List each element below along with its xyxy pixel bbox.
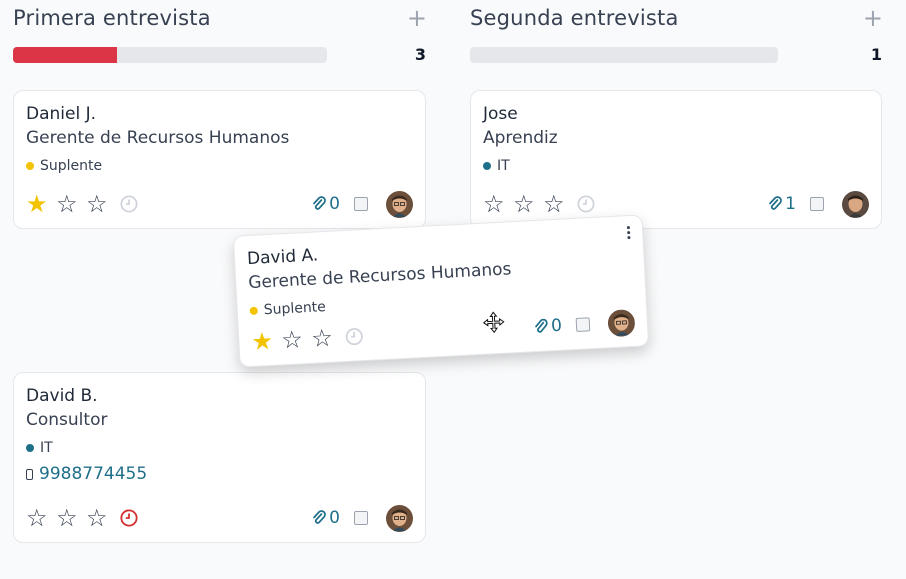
card-footer: ☆ ☆ ☆ 1 [483, 190, 869, 218]
priority-stars[interactable]: ☆ ☆ ☆ [26, 506, 116, 530]
card-footer-right: 0 [312, 190, 413, 218]
avatar[interactable] [386, 190, 413, 218]
star-empty-icon[interactable]: ☆ [56, 192, 86, 216]
activity-clock-icon[interactable] [577, 195, 595, 213]
star-empty-icon[interactable]: ☆ [543, 192, 573, 216]
mobile-phone-icon [26, 468, 33, 480]
card-tag: IT [26, 440, 413, 456]
tag-label: Suplente [263, 299, 327, 319]
column-header: Segunda entrevista + [470, 0, 883, 42]
column-count: 1 [870, 45, 882, 64]
kanban-card-david-b[interactable]: David B. Consultor IT 9988774455 ☆ ☆ ☆ 0 [13, 372, 426, 543]
column-header: Primera entrevista + [13, 0, 427, 42]
attachment-count-value: 1 [785, 194, 796, 214]
kanban-card-david-a-dragging[interactable]: David A. Gerente de Recursos Humanos Sup… [232, 214, 650, 368]
column-title[interactable]: Primera entrevista [13, 6, 211, 30]
card-checkbox[interactable] [575, 317, 591, 332]
add-icon[interactable]: + [407, 6, 427, 30]
activity-clock-icon[interactable] [345, 327, 364, 346]
attachment-count[interactable]: 0 [312, 194, 340, 214]
priority-stars[interactable]: ★ ☆ ☆ [26, 192, 116, 216]
card-job-title: Aprendiz [483, 128, 558, 148]
tag-dot-icon [249, 306, 258, 316]
card-tag: IT [483, 158, 869, 174]
star-empty-icon[interactable]: ☆ [513, 192, 543, 216]
star-empty-icon[interactable]: ☆ [86, 506, 116, 530]
card-footer-right: 0 [312, 504, 413, 532]
attachment-count[interactable]: 1 [768, 194, 796, 214]
priority-stars[interactable]: ★ ☆ ☆ [251, 324, 342, 356]
attachment-count-value: 0 [329, 508, 340, 528]
star-filled-icon[interactable]: ★ [26, 192, 56, 216]
card-checkbox[interactable] [810, 197, 824, 211]
add-icon[interactable]: + [863, 6, 883, 30]
star-empty-icon[interactable]: ☆ [26, 506, 56, 530]
attachment-count[interactable]: 0 [534, 316, 563, 337]
card-footer: ★ ☆ ☆ 0 [26, 190, 413, 218]
paperclip-icon [313, 510, 327, 524]
card-job-title: Gerente de Recursos Humanos [26, 128, 290, 148]
tag-dot-icon [26, 444, 34, 452]
column-progress-bar[interactable] [13, 47, 327, 63]
kanban-column-segunda-entrevista: Segunda entrevista + 1 Jose Aprendiz IT … [470, 0, 883, 229]
card-tag: Suplente [26, 158, 413, 174]
star-empty-icon[interactable]: ☆ [311, 324, 342, 353]
column-count: 3 [414, 45, 426, 64]
attachment-count-value: 0 [329, 194, 340, 214]
column-title[interactable]: Segunda entrevista [470, 6, 679, 30]
avatar[interactable] [607, 308, 636, 337]
card-footer-right: 1 [768, 190, 869, 218]
attachment-count[interactable]: 0 [312, 508, 340, 528]
column-progress-bar[interactable] [470, 47, 778, 63]
card-checkbox[interactable] [354, 511, 368, 525]
card-name: Daniel J. [26, 104, 97, 124]
card-phone[interactable]: 9988774455 [26, 464, 413, 484]
avatar[interactable] [386, 504, 413, 532]
avatar[interactable] [842, 190, 869, 218]
kanban-card-daniel[interactable]: Daniel J. Gerente de Recursos Humanos Su… [13, 90, 426, 229]
tag-dot-icon [26, 162, 34, 170]
attachment-count-value: 0 [550, 315, 563, 337]
card-checkbox[interactable] [354, 197, 368, 211]
star-filled-icon[interactable]: ★ [251, 327, 282, 356]
tag-label: IT [497, 158, 510, 174]
star-empty-icon[interactable]: ☆ [281, 325, 312, 354]
card-name: David B. [26, 386, 98, 406]
activity-clock-icon[interactable] [120, 195, 138, 213]
phone-number[interactable]: 9988774455 [39, 464, 147, 484]
card-menu-kebab-icon[interactable] [626, 226, 631, 240]
card-footer: ☆ ☆ ☆ 0 [26, 504, 413, 532]
star-empty-icon[interactable]: ☆ [86, 192, 116, 216]
tag-label: Suplente [40, 158, 103, 174]
paperclip-icon [313, 196, 327, 210]
tag-label: IT [40, 440, 53, 456]
kanban-card-jose[interactable]: Jose Aprendiz IT ☆ ☆ ☆ 1 [470, 90, 882, 229]
star-empty-icon[interactable]: ☆ [483, 192, 513, 216]
star-empty-icon[interactable]: ☆ [56, 506, 86, 530]
tag-dot-icon [483, 162, 491, 170]
paperclip-icon [769, 196, 783, 210]
progress-fill [13, 47, 117, 63]
card-job-title: Consultor [26, 410, 108, 430]
card-name: Jose [483, 104, 518, 124]
card-footer-right: 0 [533, 308, 636, 340]
paperclip-icon [535, 318, 548, 333]
kanban-column-primera-entrevista: Primera entrevista + 3 Daniel J. Gerente… [13, 0, 427, 543]
priority-stars[interactable]: ☆ ☆ ☆ [483, 192, 573, 216]
activity-overdue-clock-icon[interactable] [120, 509, 138, 527]
